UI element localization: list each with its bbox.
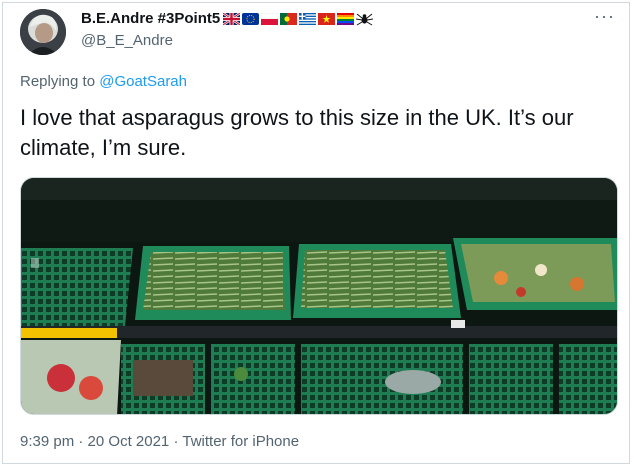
- rainbow-flag-icon: [337, 12, 355, 25]
- replying-to-link[interactable]: @GoatSarah: [99, 73, 187, 90]
- greece-flag-icon: [299, 12, 317, 25]
- tweet-text: I love that asparagus grows to this size…: [20, 105, 574, 160]
- spider-icon: [356, 13, 374, 25]
- tweet-meta: 9:39 pm · 20 Oct 2021 · Twitter for iPho…: [20, 433, 299, 450]
- more-options-icon[interactable]: ···: [594, 6, 615, 27]
- replying-to: Replying to @GoatSarah: [20, 73, 187, 90]
- tweet-card: B.E.Andre #3Point5 @B_E_Andre ··· Replyi…: [2, 2, 630, 464]
- tweet-date[interactable]: 20 Oct 2021: [88, 433, 170, 450]
- portugal-flag-icon: [280, 12, 298, 25]
- replying-to-label: Replying to: [20, 73, 96, 90]
- display-name-row[interactable]: B.E.Andre #3Point5: [81, 10, 374, 27]
- eu-flag-icon: [242, 12, 260, 25]
- supermarket-shelf-photo: [21, 178, 617, 414]
- flag-emojis: [223, 12, 374, 26]
- uk-flag-icon: [223, 12, 241, 25]
- tweet-source: Twitter for iPhone: [182, 433, 300, 450]
- avatar[interactable]: [20, 9, 66, 55]
- user-handle[interactable]: @B_E_Andre: [81, 32, 173, 49]
- meta-separator: ·: [78, 433, 84, 450]
- meta-separator: ·: [173, 433, 179, 450]
- vietnam-flag-icon: [318, 12, 336, 25]
- display-name[interactable]: B.E.Andre #3Point5: [81, 10, 220, 27]
- poland-flag-icon: [261, 12, 279, 25]
- tweet-photo[interactable]: [20, 177, 618, 415]
- avatar-image: [20, 9, 66, 55]
- tweet-time[interactable]: 9:39 pm: [20, 433, 74, 450]
